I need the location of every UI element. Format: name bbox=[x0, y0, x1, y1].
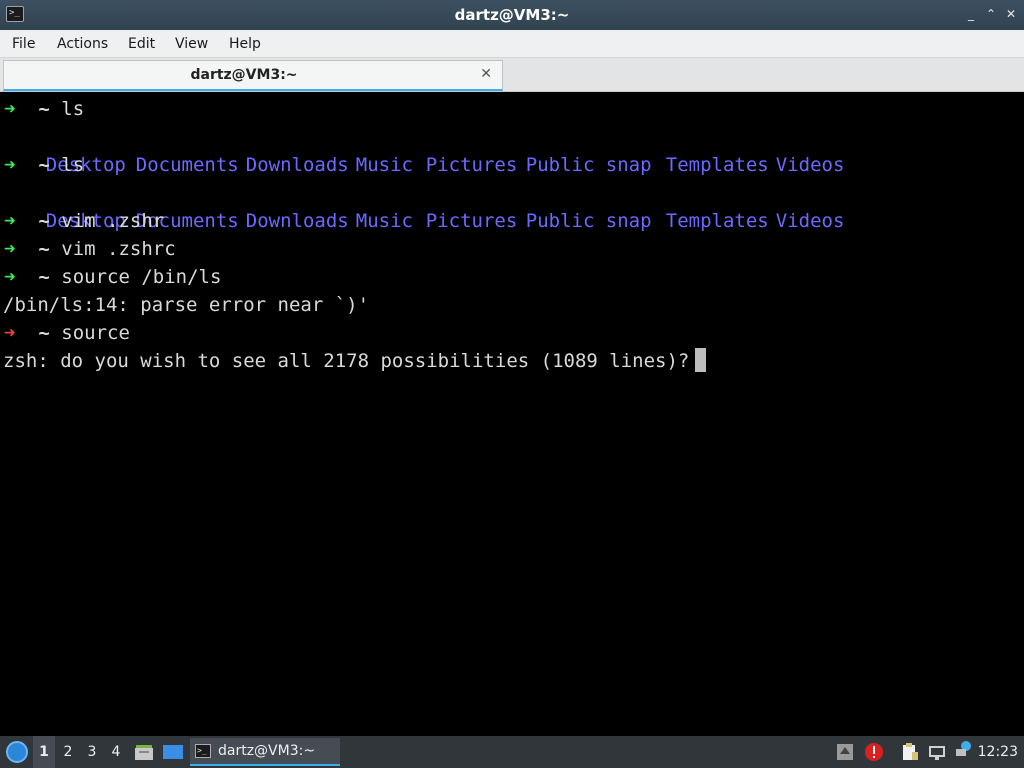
prompt-arrow-icon: ➜ bbox=[4, 98, 16, 120]
clipboard-icon[interactable] bbox=[900, 742, 920, 762]
prompt-arrow-icon: ➜ bbox=[4, 154, 16, 176]
text-cursor bbox=[695, 348, 707, 372]
prompt-arrow-error-icon: ➜ bbox=[4, 322, 16, 344]
dir-entry: Videos bbox=[775, 154, 845, 176]
desktop-switch-4[interactable]: 4 bbox=[105, 736, 127, 768]
prompt-line: ➜ ~ ls bbox=[4, 95, 84, 123]
prompt-line: ➜ ~ ls bbox=[4, 151, 84, 179]
command-text: ls bbox=[61, 98, 85, 120]
clock[interactable]: 12:23 bbox=[978, 744, 1018, 760]
prompt-line: ➜ ~ source bbox=[4, 319, 130, 347]
dir-entry: Downloads bbox=[245, 154, 349, 176]
minimize-icon[interactable]: _ bbox=[964, 6, 978, 22]
show-desktop-icon[interactable] bbox=[162, 742, 184, 762]
dir-entry: Videos bbox=[775, 210, 845, 232]
dir-entry: Templates bbox=[665, 154, 769, 176]
command-text: source bbox=[61, 322, 130, 344]
prompt-arrow-icon: ➜ bbox=[4, 210, 16, 232]
network-icon[interactable] bbox=[928, 743, 946, 761]
prompt-line: ➜ ~ source /bin/ls bbox=[4, 263, 221, 291]
prompt-line: ➜ ~ vim .zshrc bbox=[4, 235, 176, 263]
dir-entry: Public bbox=[525, 210, 595, 232]
terminal-task-icon: >_ bbox=[195, 744, 211, 758]
dir-entry: snap bbox=[605, 210, 652, 232]
dir-entry: snap bbox=[605, 154, 652, 176]
alert-icon[interactable] bbox=[864, 742, 884, 762]
taskbar: 1 2 3 4 >_ dartz@VM3:~ 12:23 bbox=[0, 736, 1024, 768]
command-text: vim .zshrc bbox=[61, 238, 176, 260]
command-text: ls bbox=[61, 154, 85, 176]
task-label: dartz@VM3:~ bbox=[218, 743, 316, 759]
notification-info-icon[interactable] bbox=[954, 740, 972, 758]
prompt-dir: ~ bbox=[38, 238, 50, 260]
dir-entry: Pictures bbox=[425, 154, 518, 176]
command-text: source /bin/ls bbox=[61, 266, 222, 288]
file-manager-icon[interactable] bbox=[134, 742, 154, 762]
menu-file[interactable]: File bbox=[12, 36, 35, 52]
dir-entry: Templates bbox=[665, 210, 769, 232]
task-terminal-button[interactable]: >_ dartz@VM3:~ bbox=[190, 738, 340, 766]
completion-question: zsh: do you wish to see all 2178 possibi… bbox=[3, 350, 690, 372]
dir-entry: Pictures bbox=[425, 210, 518, 232]
desktop-switch-1[interactable]: 1 bbox=[33, 736, 55, 768]
ls-output-line: Desktop Documents Downloads Music Pictures Pu… bbox=[0, 123, 846, 176]
window-title: dartz@VM3:~ bbox=[454, 6, 570, 24]
tab-label: dartz@VM3:~ bbox=[190, 67, 298, 83]
start-menu-icon[interactable] bbox=[6, 741, 28, 763]
dir-entry: Documents bbox=[135, 154, 239, 176]
dir-entry: Downloads bbox=[245, 210, 349, 232]
menu-view[interactable]: View bbox=[175, 36, 208, 52]
menu-bar: File Actions Edit View Help bbox=[0, 30, 1024, 58]
maximize-icon[interactable]: ⌃ bbox=[984, 6, 998, 22]
dir-entry: Public bbox=[525, 154, 595, 176]
dir-entry: Music bbox=[355, 154, 413, 176]
menu-help[interactable]: Help bbox=[229, 36, 261, 52]
error-line: /bin/ls:14: parse error near `)' bbox=[3, 294, 370, 316]
menu-edit[interactable]: Edit bbox=[128, 36, 155, 52]
tab-close-icon[interactable]: ✕ bbox=[480, 66, 492, 82]
tab-terminal[interactable]: dartz@VM3:~ ✕ bbox=[3, 60, 503, 91]
prompt-arrow-icon: ➜ bbox=[4, 266, 16, 288]
dir-entry: Music bbox=[355, 210, 413, 232]
prompt-dir: ~ bbox=[38, 266, 50, 288]
desktop-switch-2[interactable]: 2 bbox=[57, 736, 79, 768]
prompt-arrow-icon: ➜ bbox=[4, 238, 16, 260]
window-titlebar[interactable]: >_ dartz@VM3:~ _ ⌃ ✕ bbox=[0, 0, 1024, 30]
completion-question-line: zsh: do you wish to see all 2178 possibi… bbox=[3, 347, 707, 375]
prompt-dir: ~ bbox=[38, 210, 50, 232]
ls-output-line: Desktop Documents Downloads Music Pictures Pu… bbox=[0, 179, 846, 232]
prompt-dir: ~ bbox=[38, 98, 50, 120]
close-icon[interactable]: ✕ bbox=[1004, 6, 1018, 22]
updates-icon[interactable] bbox=[836, 743, 854, 761]
prompt-dir: ~ bbox=[38, 322, 50, 344]
command-text: vim .zshr bbox=[61, 210, 165, 232]
desktop-switch-3[interactable]: 3 bbox=[81, 736, 103, 768]
terminal-output[interactable]: ➜ ~ ls Desktop Documents Downloads Music Pic… bbox=[0, 94, 1024, 736]
tab-bar: dartz@VM3:~ ✕ bbox=[0, 58, 1024, 92]
prompt-line: ➜ ~ vim .zshr bbox=[4, 207, 164, 235]
prompt-dir: ~ bbox=[38, 154, 50, 176]
menu-actions[interactable]: Actions bbox=[57, 36, 108, 52]
